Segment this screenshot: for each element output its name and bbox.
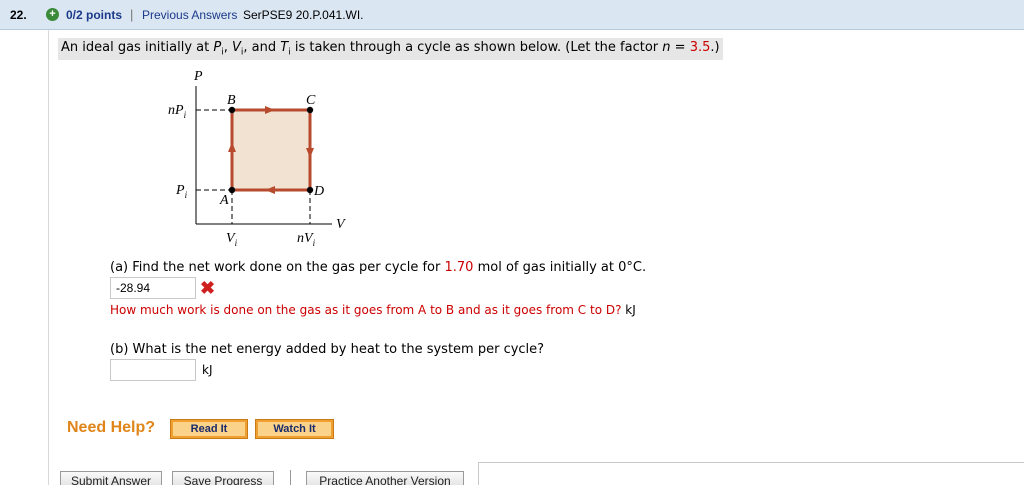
mol-value: 1.70 [444, 260, 474, 275]
part-a-hint: How much work is done on the gas as it g… [110, 303, 636, 317]
part-a-text-end: mol of gas initially at 0°C. [473, 260, 647, 275]
problem-text-start: An ideal gas initially at [61, 40, 214, 55]
x-icon: ✖ [200, 278, 216, 298]
label-c: C [306, 93, 316, 108]
part-a-question: (a) Find the net work done on the gas pe… [110, 260, 646, 275]
problem-statement: An ideal gas initially at Pi, Vi, and Ti… [58, 38, 723, 60]
tick-nvi: nVi [297, 231, 316, 248]
problem-id: SerPSE9 20.P.041.WI. [243, 8, 364, 22]
watch-it-button[interactable]: Watch It [255, 419, 334, 439]
previous-answers-link[interactable]: Previous Answers [142, 8, 237, 22]
tick-vi: Vi [226, 231, 238, 248]
pv-cycle-diagram: P V A B C D nPi Pi Vi nVi [168, 69, 346, 248]
axis-label-p: P [193, 69, 203, 84]
practice-another-version-button[interactable]: Practice Another Version [306, 471, 464, 485]
equals: = [670, 40, 690, 55]
part-a-answer-input[interactable] [110, 277, 196, 299]
part-b-unit: kJ [202, 363, 213, 377]
label-b: B [227, 93, 236, 108]
label-d: D [313, 184, 324, 199]
t-symbol: T [280, 40, 289, 55]
tick-pi: Pi [175, 183, 188, 200]
n-symbol: n [662, 40, 671, 55]
axis-label-v: V [336, 217, 346, 232]
watch-it-label: Watch It [258, 422, 331, 436]
hint-text: How much work is done on the gas as it g… [110, 303, 622, 317]
question-header: 22. + 0/2 points | Previous Answers SerP… [0, 0, 1024, 30]
question-number: 22. [10, 8, 27, 22]
button-divider [290, 470, 291, 485]
p-symbol: P [213, 40, 222, 55]
left-rule [48, 30, 49, 485]
side-panel [478, 462, 1024, 485]
v-symbol: V [231, 40, 241, 55]
part-a-text-start: (a) Find the net work done on the gas pe… [110, 260, 445, 275]
save-progress-button[interactable]: Save Progress [172, 471, 274, 485]
comma: , [223, 40, 232, 55]
read-it-button[interactable]: Read It [170, 419, 248, 439]
problem-text-end: .) [710, 40, 720, 55]
read-it-label: Read It [173, 422, 245, 436]
point-d-dot [306, 186, 314, 194]
tick-npi: nPi [168, 103, 187, 120]
label-a: A [219, 193, 229, 208]
points-score: 0/2 points [66, 8, 123, 22]
header-separator: | [130, 7, 134, 22]
submit-answer-button[interactable]: Submit Answer [60, 471, 162, 485]
cycle-fill [232, 110, 310, 190]
part-a-unit: kJ [625, 303, 636, 317]
need-help-label: Need Help? [67, 419, 156, 436]
part-b-question: (b) What is the net energy added by heat… [110, 342, 545, 357]
expand-plus-icon[interactable]: + [46, 8, 59, 21]
part-b-answer-input[interactable] [110, 359, 196, 381]
n-value: 3.5 [689, 40, 711, 55]
point-a-dot [228, 186, 236, 194]
problem-text-mid: is taken through a cycle as shown below.… [290, 40, 663, 55]
and-text: , and [243, 40, 281, 55]
